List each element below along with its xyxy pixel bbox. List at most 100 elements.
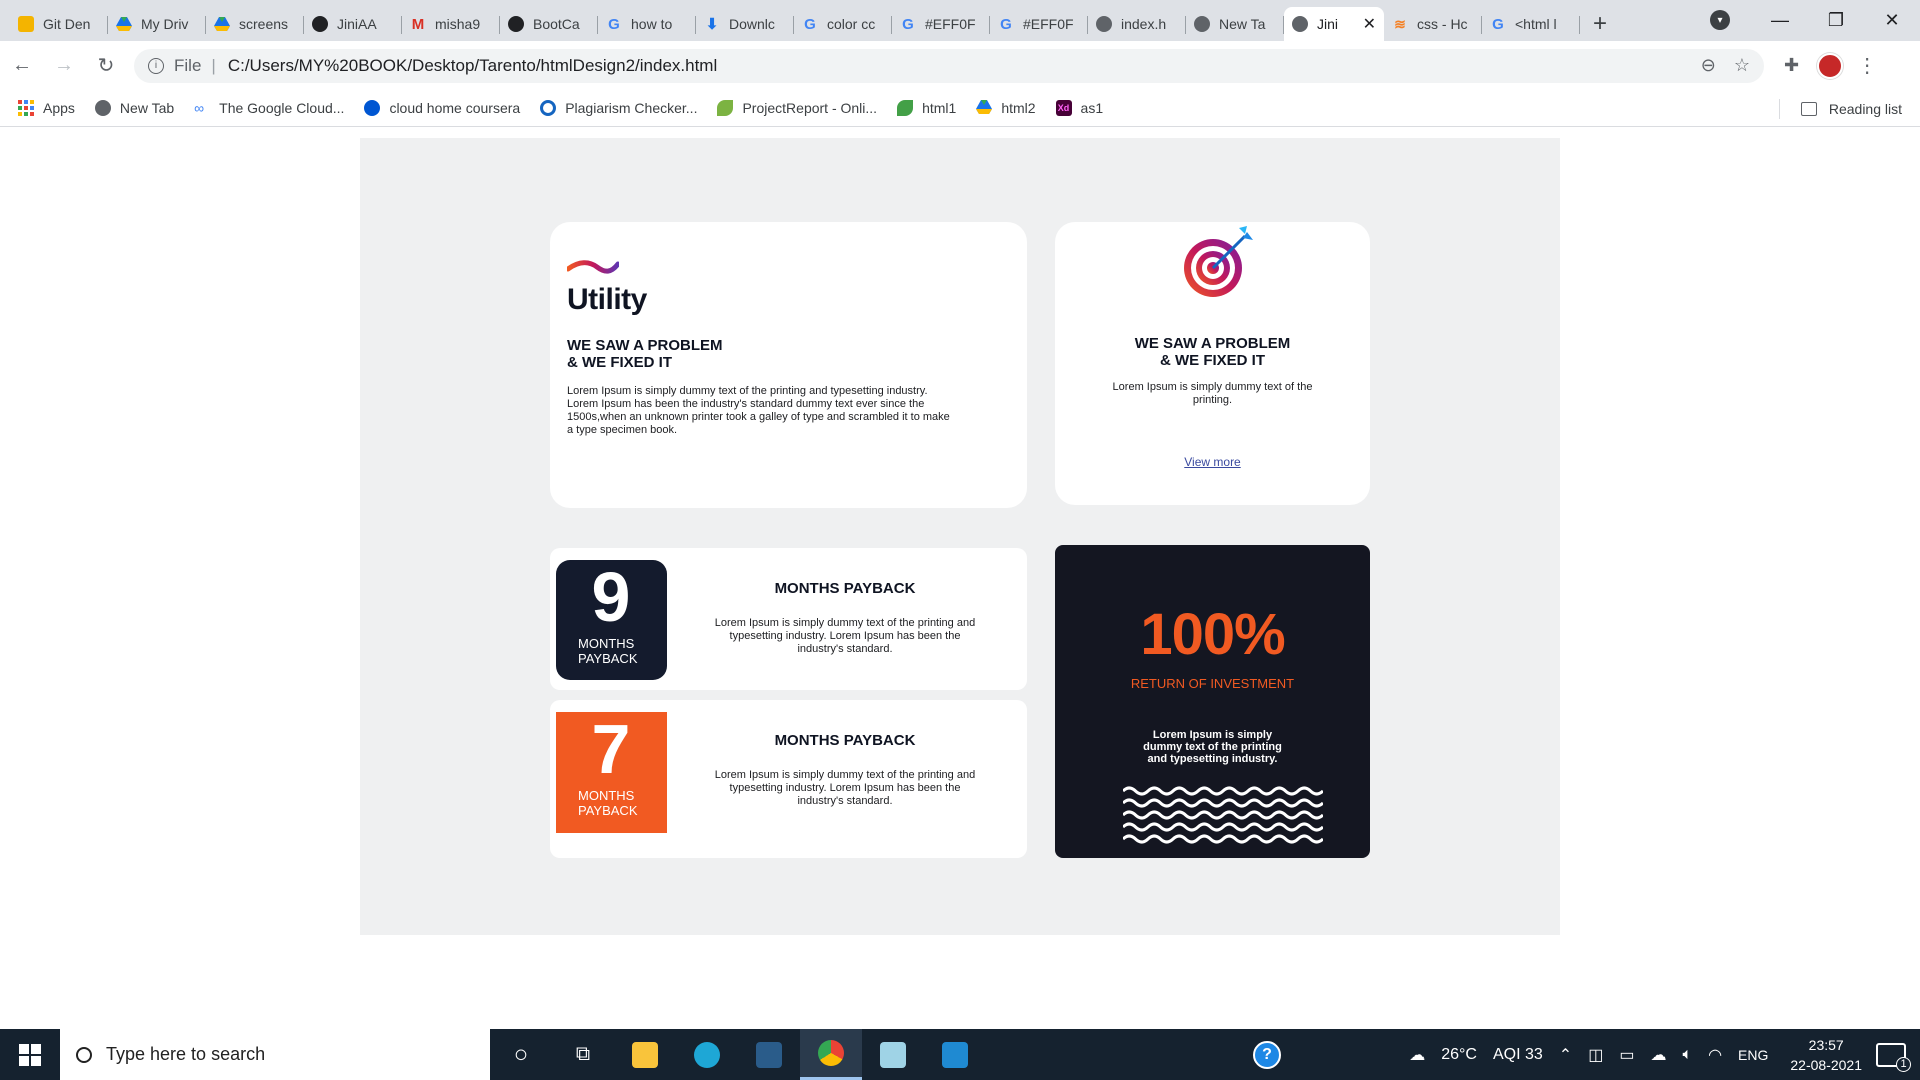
drive-icon [214, 16, 230, 32]
bookmark-projectreport[interactable]: ProjectReport - Onli... [717, 100, 877, 116]
bookmarks-bar: Apps New Tab ∞ The Google Cloud... cloud … [0, 90, 1920, 127]
start-button[interactable] [0, 1029, 60, 1080]
payback-text: Lorem Ipsum is simply dummy text of the … [714, 617, 976, 655]
target-card: WE SAW A PROBLEM & WE FIXED IT Lorem Ips… [1055, 222, 1370, 505]
tab[interactable]: BootCa [500, 7, 598, 41]
zoom-icon[interactable]: ⊖ [1701, 55, 1716, 76]
badge-label-line: MONTHS [578, 788, 635, 803]
avatar[interactable] [1817, 52, 1844, 79]
google-icon: G [804, 15, 816, 33]
minimize-icon[interactable]: — [1752, 0, 1808, 41]
mysql-icon[interactable] [738, 1029, 800, 1080]
notifications-icon[interactable]: 1 [1876, 1042, 1911, 1072]
tab[interactable]: JiniAA [304, 7, 402, 41]
cortana-icon[interactable]: ○ [490, 1029, 552, 1080]
badge-label: MONTHS PAYBACK [578, 636, 667, 666]
tab[interactable]: screens [206, 7, 304, 41]
apps-grid-icon [18, 100, 34, 116]
google-icon: G [902, 15, 914, 33]
zigzag-waves-icon [1123, 786, 1323, 844]
vscode-icon[interactable] [924, 1029, 986, 1080]
bookmark-label: as1 [1080, 100, 1104, 116]
payback-body: MONTHS PAYBACK Lorem Ipsum is simply dum… [705, 548, 985, 656]
tab[interactable]: index.h [1088, 7, 1186, 41]
onedrive-icon[interactable]: ☁ [1650, 1045, 1666, 1065]
weather-aqi[interactable]: AQI 33 [1493, 1046, 1543, 1064]
tab-label: JiniAA [337, 16, 377, 32]
task-view-icon[interactable]: ⧉ [552, 1029, 614, 1080]
file-explorer-icon[interactable] [614, 1029, 676, 1080]
bookmark-google-cloud[interactable]: ∞ The Google Cloud... [194, 100, 344, 116]
wifi-icon[interactable]: ◠ [1708, 1045, 1722, 1065]
bookmark-as1[interactable]: Xd as1 [1055, 100, 1104, 116]
menu-icon[interactable]: ⋮ [1857, 53, 1877, 78]
tab[interactable]: G #EFF0F [892, 7, 990, 41]
url-separator: | [211, 55, 216, 75]
taskbar: Type here to search ○ ⧉ ? ☁ 26°C AQI 33 … [0, 1029, 1920, 1080]
weather-temp[interactable]: 26°C [1441, 1046, 1477, 1064]
bookmark-coursera[interactable]: cloud home coursera [364, 100, 520, 116]
clock[interactable]: 23:57 22-08-2021 [1790, 1035, 1862, 1075]
bookmark-html1[interactable]: html1 [897, 100, 956, 116]
bookmark-plagiarism[interactable]: Plagiarism Checker... [540, 100, 697, 116]
reload-icon[interactable]: ↻ [86, 46, 126, 86]
bookmark-html2[interactable]: html2 [976, 100, 1036, 116]
chrome-icon[interactable] [800, 1029, 862, 1080]
tab[interactable]: Git Den [10, 7, 108, 41]
new-tab-button[interactable]: + [1580, 7, 1620, 41]
tab-active[interactable]: Jini ✕ [1284, 7, 1384, 41]
tab-strip: Git Den My Driv screens JiniAA Mmisha9 B… [0, 0, 1920, 41]
address-bar[interactable]: i File | C:/Users/MY%20BOOK/Desktop/Tare… [134, 48, 1764, 83]
close-window-icon[interactable]: ✕ [1864, 0, 1920, 41]
url-scheme: File [174, 55, 202, 75]
tab-label: Git Den [43, 16, 91, 32]
edge-icon[interactable] [676, 1029, 738, 1080]
badge-label-line: PAYBACK [578, 651, 638, 666]
tab-label: New Ta [1219, 16, 1266, 32]
reading-list-button[interactable]: Reading list [1800, 90, 1902, 127]
search-icon [76, 1046, 92, 1063]
card-text: Lorem Ipsum is simply dummy text of the … [567, 385, 950, 436]
card-text: Lorem Ipsum is simply dummy text of the … [1112, 381, 1313, 406]
tab[interactable]: ⬇ Downlc [696, 7, 794, 41]
notepad-icon[interactable] [862, 1029, 924, 1080]
tab[interactable]: My Driv [108, 7, 206, 41]
tab[interactable]: G <html l [1482, 7, 1580, 41]
extensions-icon[interactable]: ✚ [1784, 55, 1799, 76]
restore-icon[interactable]: ❐ [1808, 0, 1864, 41]
weather-icon[interactable]: ☁ [1409, 1045, 1425, 1065]
tab[interactable]: Gcolor cc [794, 7, 892, 41]
download-icon: ⬇ [705, 16, 719, 33]
gmail-icon: M [411, 15, 425, 33]
back-icon[interactable]: ← [2, 46, 42, 86]
url-text[interactable]: C:/Users/MY%20BOOK/Desktop/Tarento/htmlD… [228, 56, 1683, 76]
bookmark-new-tab[interactable]: New Tab [94, 100, 174, 116]
tab[interactable]: G #EFF0F [990, 7, 1088, 41]
meet-icon[interactable]: ◫ [1588, 1045, 1603, 1065]
tab[interactable]: ≋ css - Hc [1384, 7, 1482, 41]
help-icon[interactable]: ? [1253, 1041, 1281, 1069]
badge-label-line: MONTHS [578, 636, 635, 651]
tab[interactable]: Mmisha9 [402, 7, 500, 41]
tab[interactable]: New Ta [1186, 7, 1284, 41]
bookmark-apps[interactable]: Apps [18, 100, 75, 116]
language-indicator[interactable]: ENG [1738, 1047, 1768, 1063]
view-more-link[interactable]: View more [1184, 455, 1240, 469]
forward-icon[interactable]: → [44, 46, 84, 86]
tab[interactable]: Ghow to [598, 7, 696, 41]
info-icon[interactable]: i [148, 57, 164, 74]
bookmark-star-icon[interactable]: ☆ [1734, 55, 1750, 76]
payback-title: MONTHS PAYBACK [774, 580, 916, 597]
payback-badge: 7 MONTHS PAYBACK [556, 712, 667, 833]
utility-logo-icon [565, 260, 621, 274]
tab-search-icon[interactable]: ▾ [1710, 10, 1730, 30]
volume-icon[interactable]: 🔈︎ [1682, 1046, 1692, 1064]
bookmark-label: html1 [922, 100, 957, 116]
taskbar-search[interactable]: Type here to search [60, 1029, 490, 1080]
notification-count: 1 [1896, 1056, 1911, 1072]
card-heading: WE SAW A PROBLEM & WE FIXED IT [567, 337, 1010, 371]
chevron-up-icon[interactable]: ⌃ [1559, 1045, 1572, 1065]
close-tab-icon[interactable]: ✕ [1363, 14, 1376, 34]
page-viewport: Utility WE SAW A PROBLEM & WE FIXED IT L… [0, 128, 1920, 1029]
battery-icon[interactable]: ▭ [1619, 1045, 1634, 1065]
